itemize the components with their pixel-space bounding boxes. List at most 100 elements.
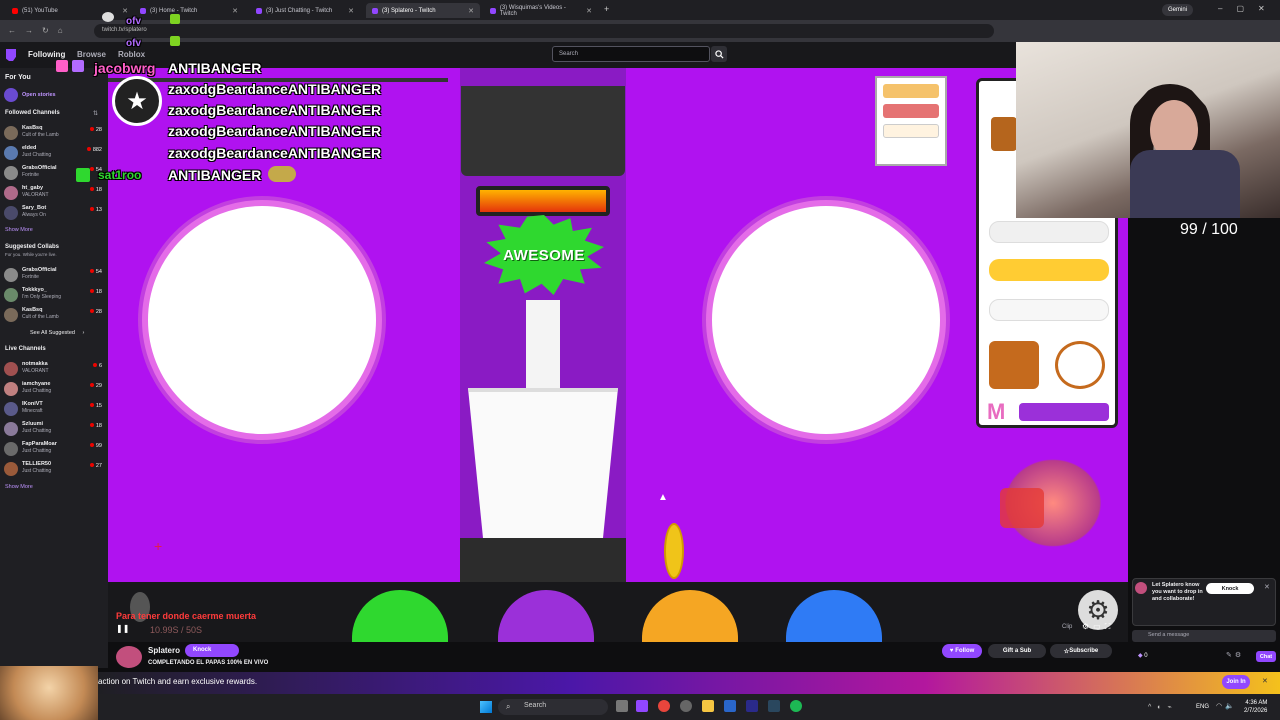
channel-item[interactable]: KasBsq Cult of the Lamb 28: [4, 124, 104, 142]
channel-item[interactable]: iamchyane Just Chatting 29: [4, 380, 104, 398]
avatar: [4, 166, 18, 180]
close-icon[interactable]: ✕: [122, 7, 128, 15]
twitch-icon: [140, 7, 146, 14]
emote-icon: [268, 166, 296, 182]
steam-icon[interactable]: [768, 700, 780, 712]
cream-topping[interactable]: [989, 299, 1109, 321]
close-icon[interactable]: ✕: [586, 7, 592, 15]
channel-game: Just Chatting: [22, 152, 52, 158]
close-icon[interactable]: ✕: [1262, 677, 1268, 685]
follow-button[interactable]: ♥ Follow: [942, 644, 982, 658]
channel-item[interactable]: Tokkkyo_ I'm Only Sleeping 18: [4, 286, 104, 304]
chat-button-label: Chat: [1259, 653, 1273, 660]
knock-button[interactable]: Knock: [185, 644, 239, 657]
player-controls-icon[interactable]: ⚙▭⛶: [1082, 622, 1114, 632]
wifi-volume-icon[interactable]: ◠🔈: [1216, 702, 1237, 710]
spotify-icon[interactable]: [790, 700, 802, 712]
cookie-icon[interactable]: [991, 117, 1017, 151]
chat-username: sat1roo: [98, 168, 142, 182]
nav-arrows-icon[interactable]: ←→↻⌂: [8, 26, 72, 35]
pause-icon[interactable]: ❚❚: [116, 624, 129, 633]
for-you-heading: For You: [5, 74, 31, 81]
channel-name: Tokkkyo_: [22, 287, 47, 293]
webcam-shirt: [1130, 150, 1240, 218]
emote-icon: [170, 36, 180, 46]
avatar: [4, 126, 18, 140]
channel-item[interactable]: IKoniVT Minecraft 15: [4, 400, 104, 418]
bread-icon[interactable]: [989, 341, 1039, 389]
tab-splatero[interactable]: (3) Splatero - Twitch ✕: [366, 3, 480, 18]
tray-icons[interactable]: ^◐⌁: [1148, 703, 1178, 711]
sort-icon[interactable]: ⇅: [93, 110, 98, 117]
points-icon[interactable]: ◆ 0: [1138, 652, 1148, 659]
chrome-icon[interactable]: [658, 700, 670, 712]
clip-label[interactable]: Clip: [1062, 624, 1072, 630]
tab-youtube[interactable]: (51) YouTube ✕: [6, 3, 134, 18]
channel-item[interactable]: Szluumi Just Chatting 18: [4, 420, 104, 438]
app-icon[interactable]: [680, 700, 692, 712]
channel-item[interactable]: elded Just Chatting 882: [4, 144, 104, 162]
clock-date: 2/7/2026: [1244, 708, 1268, 714]
channel-game: Minecraft: [22, 408, 43, 414]
channel-name: notmakka: [22, 361, 48, 367]
channel-item[interactable]: GrabsOfficial Fortnite 54: [4, 266, 104, 284]
order-ticket[interactable]: [875, 76, 947, 166]
chevron-right-icon: ›: [82, 330, 85, 336]
new-tab-icon[interactable]: +: [604, 4, 609, 14]
taskbar-search-label: Search: [524, 702, 547, 709]
game-bottom-bar: [108, 582, 1128, 642]
photoshop-icon[interactable]: [724, 700, 736, 712]
channel-name: GrabsOfficial: [22, 267, 57, 273]
teapot-icon[interactable]: [1055, 341, 1105, 389]
streamer-name[interactable]: Splatero: [148, 646, 180, 655]
join-in-button[interactable]: Join In: [1222, 675, 1250, 689]
show-more-live[interactable]: Show More: [5, 484, 33, 490]
open-stories[interactable]: Open stories: [4, 86, 104, 104]
taskbar-search[interactable]: Search: [498, 699, 608, 715]
channel-item[interactable]: Sary_Bot Always On 13: [4, 204, 104, 222]
channel-item[interactable]: KasBsq Cult of the Lamb 28: [4, 306, 104, 324]
close-icon[interactable]: ✕: [232, 7, 238, 15]
tab-home-twitch[interactable]: (3) Home - Twitch ✕: [134, 3, 244, 18]
channel-item[interactable]: FapParaMoar Just Chatting 99: [4, 440, 104, 458]
task-view-icon[interactable]: [616, 700, 628, 712]
gemini-button[interactable]: Gemini: [1162, 4, 1194, 16]
folder-icon[interactable]: [702, 700, 714, 712]
topping-slot[interactable]: [989, 221, 1109, 243]
nav-following[interactable]: Following: [28, 50, 65, 59]
close-icon[interactable]: ✕: [1264, 583, 1270, 591]
see-all-suggested[interactable]: See All Suggested ›: [30, 330, 84, 336]
channel-game: Cult of the Lamb: [22, 314, 59, 320]
candy-corn-topping[interactable]: [989, 259, 1109, 281]
nav-roblox[interactable]: Roblox: [118, 50, 145, 59]
avatar[interactable]: [116, 646, 142, 668]
chat-send-button[interactable]: Chat: [1256, 651, 1276, 662]
window-controls[interactable]: –▢✕: [1218, 4, 1279, 13]
close-icon[interactable]: ✕: [348, 7, 354, 15]
channel-item[interactable]: notmakka VALORANT 6: [4, 360, 104, 378]
language-indicator[interactable]: ENG: [1196, 704, 1209, 710]
chat-input[interactable]: Send a message: [1132, 630, 1276, 642]
close-icon[interactable]: ✕: [468, 7, 474, 15]
milk-stream: [526, 300, 560, 400]
gift-sub-button[interactable]: Gift a Sub: [988, 644, 1046, 658]
tab-just-chatting[interactable]: (3) Just Chatting - Twitch ✕: [250, 3, 360, 18]
subscribe-button[interactable]: ☆ Subscribe: [1050, 644, 1112, 658]
nav-browse[interactable]: Browse: [77, 50, 106, 59]
clock[interactable]: 4:36 AM 2/7/2026: [1244, 699, 1267, 715]
search-input[interactable]: Search: [552, 46, 710, 62]
premiere-icon[interactable]: [746, 700, 758, 712]
tab-wisquimas[interactable]: (3) Wisquimas's Videos - Twitch ✕: [484, 3, 598, 18]
show-more-followed[interactable]: Show More: [5, 227, 33, 233]
channel-item[interactable]: ht_gaby VALORANT 18: [4, 184, 104, 202]
red-button[interactable]: [1000, 488, 1044, 528]
windows-start-icon[interactable]: [480, 701, 492, 713]
channel-game: Just Chatting: [22, 468, 52, 474]
search-button[interactable]: [711, 46, 727, 62]
discord-icon[interactable]: [636, 700, 648, 712]
open-stories-label: Open stories: [22, 92, 56, 98]
url-field[interactable]: twitch.tv/splatero: [94, 24, 994, 38]
collab-knock-button[interactable]: Knock: [1206, 583, 1254, 594]
channel-item[interactable]: TELLIER50 Just Chatting 27: [4, 460, 104, 478]
chat-settings-icon[interactable]: ✎⚙: [1226, 651, 1244, 659]
